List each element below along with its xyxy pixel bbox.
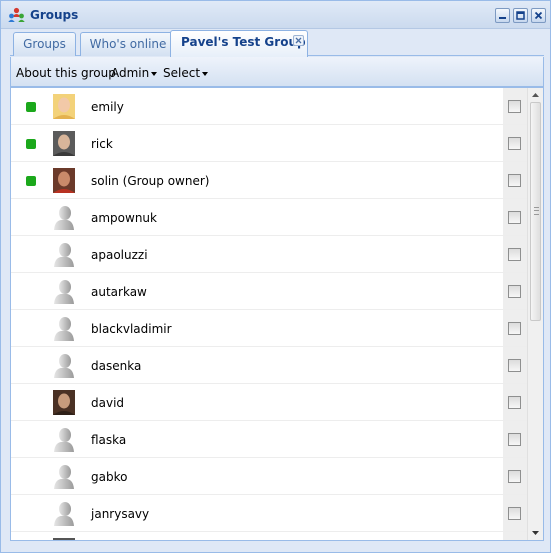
avatar — [53, 353, 75, 378]
tab-label: Pavel's Test Group — [181, 35, 306, 49]
admin-menu-label: Admin — [111, 66, 150, 80]
list-item[interactable]: solin (Group owner) — [11, 162, 527, 199]
avatar — [53, 205, 75, 230]
member-name[interactable]: blackvladimir — [91, 322, 172, 336]
online-status-icon — [26, 176, 36, 186]
select-cell — [503, 495, 527, 531]
avatar — [53, 168, 75, 193]
avatar — [53, 279, 75, 304]
select-cell — [503, 236, 527, 272]
close-icon — [534, 11, 543, 20]
list-item[interactable]: ampownuk — [11, 199, 527, 236]
scroll-down-icon[interactable] — [530, 527, 541, 538]
member-checkbox[interactable] — [508, 100, 521, 113]
member-name[interactable]: solin (Group owner) — [91, 174, 209, 188]
list-item[interactable]: dasenka — [11, 347, 527, 384]
list-item[interactable]: gabko — [11, 458, 527, 495]
list-item[interactable]: blackvladimir — [11, 310, 527, 347]
avatar — [53, 131, 75, 156]
tab-strip: Groups Who's online Pavel's Test Group — [10, 29, 544, 57]
groups-window: Groups Groups Who's online Pavel's Test … — [0, 0, 551, 553]
maximize-button[interactable] — [513, 8, 528, 23]
close-button[interactable] — [531, 8, 546, 23]
tab-label: Groups — [23, 37, 66, 51]
chevron-down-icon — [151, 71, 158, 76]
select-cell — [503, 125, 527, 161]
admin-menu[interactable]: Admin — [111, 66, 158, 80]
member-name[interactable]: dasenka — [91, 359, 141, 373]
member-checkbox[interactable] — [508, 248, 521, 261]
avatar — [53, 538, 75, 540]
select-menu[interactable]: Select — [163, 66, 209, 80]
list-item[interactable]: autarkaw — [11, 273, 527, 310]
select-cell — [503, 162, 527, 198]
member-list: emily rick solin (Group owner) ampownuk apao… — [10, 87, 544, 541]
list-item[interactable]: apaoluzzi — [11, 236, 527, 273]
select-cell — [503, 532, 527, 540]
list-item[interactable]: flaska — [11, 421, 527, 458]
minimize-button[interactable] — [495, 8, 510, 23]
select-cell — [503, 384, 527, 420]
member-name[interactable]: david — [91, 396, 124, 410]
list-item[interactable]: rick — [11, 125, 527, 162]
online-status-icon — [26, 102, 36, 112]
tab-groups[interactable]: Groups — [13, 32, 76, 56]
member-name[interactable]: flaska — [91, 433, 126, 447]
tab-close-icon[interactable] — [293, 35, 304, 46]
tab-pavels-test-group[interactable]: Pavel's Test Group — [170, 30, 308, 57]
avatar — [53, 427, 75, 452]
about-group-button[interactable]: About this group — [16, 66, 116, 80]
group-toolbar: About this group Admin Select — [10, 57, 544, 87]
tab-label: Who's online — [89, 37, 167, 51]
avatar — [53, 390, 75, 415]
tab-whos-online[interactable]: Who's online — [80, 32, 176, 56]
member-checkbox[interactable] — [508, 396, 521, 409]
member-name[interactable]: rick — [91, 137, 113, 151]
select-cell — [503, 88, 527, 124]
maximize-icon — [516, 11, 525, 20]
avatar — [53, 316, 75, 341]
member-checkbox[interactable] — [508, 359, 521, 372]
member-checkbox[interactable] — [508, 211, 521, 224]
member-checkbox[interactable] — [508, 174, 521, 187]
member-name[interactable]: ampownuk — [91, 211, 157, 225]
select-cell — [503, 421, 527, 457]
member-name[interactable]: apaoluzzi — [91, 248, 148, 262]
member-checkbox[interactable] — [508, 507, 521, 520]
list-item[interactable]: emily — [11, 88, 527, 125]
member-name[interactable]: emily — [91, 100, 124, 114]
select-cell — [503, 199, 527, 235]
avatar — [53, 94, 75, 119]
avatar — [53, 242, 75, 267]
scroll-up-icon[interactable] — [530, 90, 541, 101]
select-cell — [503, 458, 527, 494]
list-item[interactable] — [11, 532, 527, 540]
chevron-down-icon — [202, 71, 209, 76]
select-cell — [503, 347, 527, 383]
groups-people-icon — [8, 7, 25, 22]
list-item[interactable]: janrysavy — [11, 495, 527, 532]
scrollbar-thumb[interactable] — [530, 102, 541, 321]
member-checkbox[interactable] — [508, 470, 521, 483]
minimize-icon — [499, 17, 506, 19]
vertical-scrollbar[interactable] — [527, 88, 543, 540]
window-title: Groups — [30, 8, 79, 22]
avatar — [53, 464, 75, 489]
avatar — [53, 501, 75, 526]
select-cell — [503, 273, 527, 309]
member-checkbox[interactable] — [508, 137, 521, 150]
member-name[interactable]: gabko — [91, 470, 127, 484]
select-cell — [503, 310, 527, 346]
member-checkbox[interactable] — [508, 433, 521, 446]
member-name[interactable]: autarkaw — [91, 285, 147, 299]
member-name[interactable]: janrysavy — [91, 507, 149, 521]
window-titlebar[interactable]: Groups — [1, 1, 550, 29]
member-checkbox[interactable] — [508, 285, 521, 298]
list-item[interactable]: david — [11, 384, 527, 421]
member-checkbox[interactable] — [508, 322, 521, 335]
select-menu-label: Select — [163, 66, 201, 80]
online-status-icon — [26, 139, 36, 149]
